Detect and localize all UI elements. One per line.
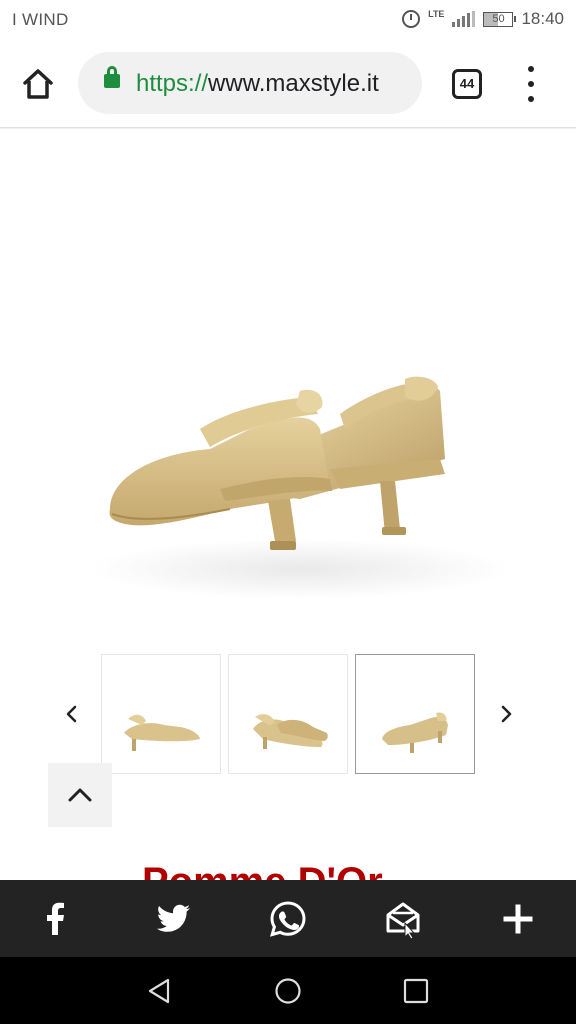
shoe-image — [90, 376, 510, 599]
chevron-left-icon — [66, 705, 77, 723]
battery-icon: 50 — [483, 11, 517, 27]
share-whatsapp-button[interactable] — [268, 899, 308, 939]
clock: 18:40 — [521, 9, 564, 28]
home-button[interactable] — [20, 66, 56, 102]
whatsapp-icon — [270, 901, 306, 937]
more-vert-icon[interactable] — [524, 66, 538, 102]
plus-icon — [503, 904, 533, 934]
home-icon — [23, 69, 53, 99]
url-text: https://www.maxstyle.it — [136, 70, 379, 98]
home-nav-button[interactable] — [274, 977, 302, 1005]
twitter-icon — [156, 904, 190, 932]
url-scheme: https:// — [136, 70, 209, 97]
facebook-icon — [47, 902, 64, 935]
gallery-next-button[interactable] — [494, 702, 518, 726]
thumbnail-gallery — [0, 654, 576, 774]
recents-button[interactable] — [402, 977, 430, 1005]
address-bar[interactable]: https://www.maxstyle.it — [78, 52, 422, 114]
status-bar: I WIND LTE 50 18:40 — [0, 0, 576, 40]
share-email-button[interactable] — [383, 899, 423, 939]
scroll-to-top-button[interactable] — [48, 763, 112, 827]
status-icons: LTE 50 18:40 — [402, 9, 564, 29]
chevron-right-icon — [501, 705, 512, 723]
system-navigation-bar — [0, 957, 576, 1024]
gallery-prev-button[interactable] — [60, 702, 84, 726]
home-circle-icon — [275, 978, 301, 1004]
share-twitter-button[interactable] — [153, 899, 193, 939]
browser-toolbar: https://www.maxstyle.it 44 — [0, 40, 576, 128]
product-title: Pomme D'Or — [142, 862, 383, 880]
tabs-button[interactable]: 44 — [452, 69, 482, 99]
share-facebook-button[interactable] — [36, 899, 76, 939]
chevron-up-icon — [68, 788, 92, 802]
alarm-icon — [402, 10, 421, 28]
thumbnail-2[interactable] — [228, 654, 348, 774]
thumbnail-image — [382, 712, 448, 753]
product-title-text: Pomme D'Or — [142, 862, 383, 880]
share-more-button[interactable] — [498, 899, 538, 939]
tab-count: 44 — [459, 76, 475, 91]
carrier-label: I WIND — [12, 10, 69, 29]
signal-icon — [452, 11, 476, 27]
product-main-image[interactable] — [0, 129, 576, 639]
thumbnail-image — [253, 714, 328, 749]
share-bar — [0, 880, 576, 957]
thumbnail-1[interactable] — [101, 654, 221, 774]
thumbnail-3-active[interactable] — [355, 654, 475, 774]
url-host: www.maxstyle.it — [208, 70, 379, 97]
email-icon — [386, 902, 420, 939]
back-button[interactable] — [146, 977, 174, 1005]
back-triangle-icon — [148, 978, 170, 1004]
lock-icon — [104, 66, 120, 88]
network-type: LTE — [428, 8, 445, 19]
recents-square-icon — [403, 978, 429, 1004]
thumbnail-image — [124, 714, 200, 751]
